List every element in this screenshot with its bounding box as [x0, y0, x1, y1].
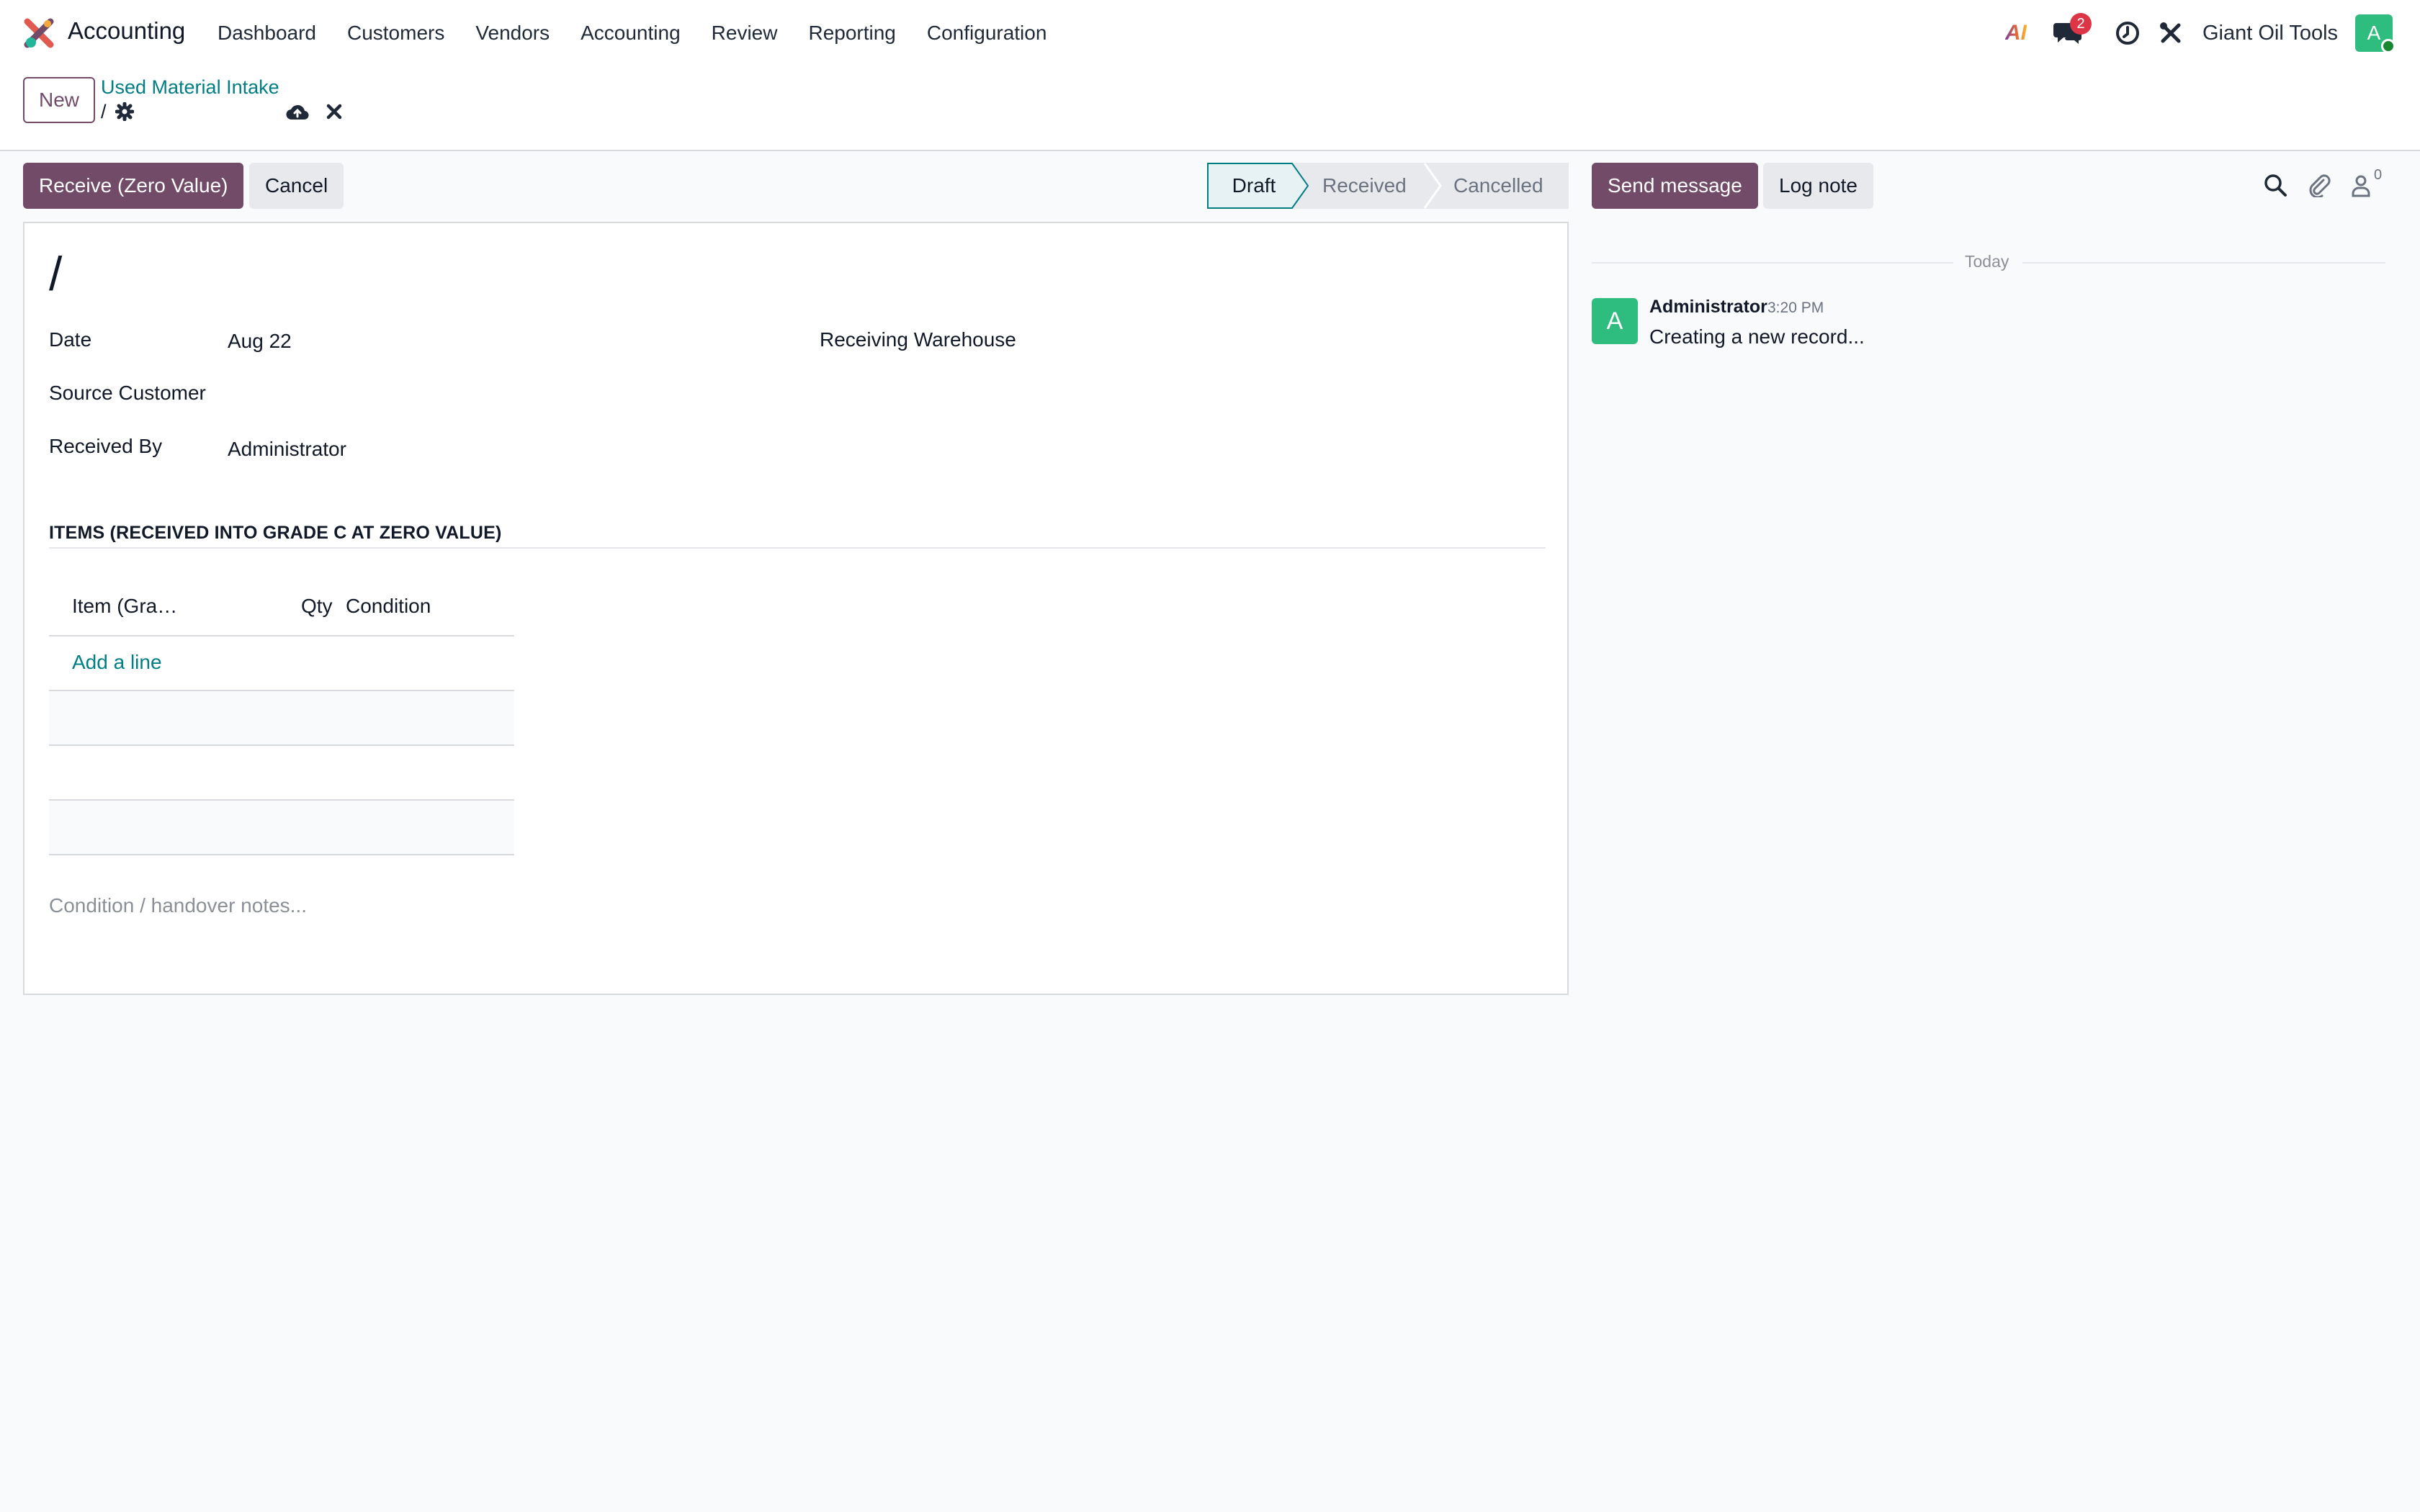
date-label: Date: [49, 328, 92, 351]
receiving-warehouse-label: Receiving Warehouse: [820, 328, 1016, 351]
items-section-divider: [49, 547, 1546, 549]
send-message-button[interactable]: Send message: [1592, 163, 1758, 209]
table-row: [49, 801, 514, 854]
menu-configuration[interactable]: Configuration: [927, 22, 1047, 45]
stage-draft[interactable]: Draft: [1207, 163, 1301, 209]
followers-count: 0: [2374, 167, 2383, 183]
date-field[interactable]: Aug 22: [228, 330, 292, 353]
received-by-field[interactable]: Administrator: [228, 438, 346, 461]
add-a-line-link[interactable]: Add a line: [72, 651, 162, 674]
app-logo-icon[interactable]: [23, 17, 55, 49]
form-sheet: / Date Aug 22 Receiving Warehouse Source…: [23, 222, 1569, 995]
breadcrumb-parent[interactable]: Used Material Intake: [101, 76, 279, 99]
messages-icon[interactable]: 2: [2050, 13, 2092, 52]
notes-field[interactable]: Condition / handover notes...: [49, 894, 307, 917]
table-header-divider: [49, 635, 514, 636]
column-item[interactable]: Item (Gra…: [72, 595, 177, 618]
menu-customers[interactable]: Customers: [347, 22, 444, 45]
received-by-label: Received By: [49, 435, 163, 457]
gear-icon[interactable]: [115, 102, 134, 121]
breadcrumb-current: /: [101, 101, 107, 122]
stage-received[interactable]: Received: [1322, 163, 1407, 209]
receiving-warehouse-field[interactable]: [1033, 324, 1523, 356]
log-note-button[interactable]: Log note: [1763, 163, 1873, 209]
cancel-button[interactable]: Cancel: [249, 163, 344, 209]
user-online-status-icon: [2381, 39, 2396, 53]
main-menu: Dashboard Customers Vendors Accounting R…: [218, 22, 1077, 45]
app-name[interactable]: Accounting: [68, 17, 185, 45]
message-time: 3:20 PM: [1767, 300, 1824, 316]
search-icon[interactable]: [2263, 173, 2287, 197]
menu-review[interactable]: Review: [712, 22, 778, 45]
table-row-divider: [49, 854, 514, 855]
column-condition[interactable]: Condition: [346, 595, 431, 618]
table-row: [49, 746, 514, 799]
new-button[interactable]: New: [23, 77, 95, 123]
activity-clock-icon[interactable]: [2113, 14, 2142, 52]
menu-vendors[interactable]: Vendors: [475, 22, 550, 45]
top-navbar: Accounting Dashboard Customers Vendors A…: [0, 0, 2420, 66]
messages-badge: 2: [2070, 13, 2092, 35]
message-author-avatar[interactable]: A: [1592, 298, 1638, 344]
message-author[interactable]: Administrator: [1649, 297, 1767, 318]
today-label: Today: [1965, 252, 2009, 271]
menu-reporting[interactable]: Reporting: [808, 22, 895, 45]
status-bar: Draft Received Cancelled: [1207, 163, 1569, 209]
menu-accounting[interactable]: Accounting: [581, 22, 681, 45]
source-customer-field[interactable]: [228, 376, 789, 408]
items-section-title: ITEMS (RECEIVED INTO GRADE C AT ZERO VAL…: [49, 523, 502, 543]
paperclip-icon[interactable]: [2308, 173, 2331, 197]
ai-icon-label: AI: [2005, 21, 2027, 45]
table-row: [49, 691, 514, 744]
discard-close-icon[interactable]: [326, 102, 343, 121]
ai-icon[interactable]: AI: [1999, 14, 2033, 52]
followers-button[interactable]: 0: [2351, 167, 2387, 199]
receive-zero-value-button[interactable]: Receive (Zero Value): [23, 163, 244, 209]
record-name[interactable]: /: [49, 246, 62, 301]
company-switcher[interactable]: Giant Oil Tools: [2202, 22, 2338, 45]
message-body: Creating a new record...: [1649, 325, 1865, 348]
follower-person-icon: [2352, 175, 2370, 197]
save-cloud-icon[interactable]: [285, 102, 310, 121]
control-panel: New Used Material Intake /: [0, 66, 2420, 151]
source-customer-label: Source Customer: [49, 382, 206, 404]
column-qty[interactable]: Qty: [301, 595, 333, 618]
menu-dashboard[interactable]: Dashboard: [218, 22, 316, 45]
today-divider-left: [1592, 262, 1953, 264]
today-divider-right: [2022, 262, 2385, 264]
stage-cancelled[interactable]: Cancelled: [1453, 163, 1543, 209]
tools-icon[interactable]: [2156, 14, 2185, 52]
